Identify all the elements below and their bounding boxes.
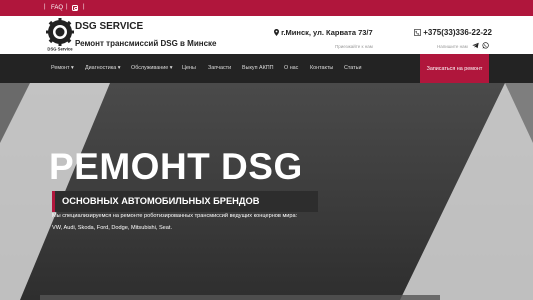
nav-item-contacts[interactable]: Контакты (310, 65, 333, 71)
separator: | (44, 4, 46, 10)
book-repair-button[interactable]: Записаться на ремонт (420, 54, 489, 83)
nav-item-about[interactable]: О нас (284, 65, 298, 71)
separator: | (66, 4, 68, 10)
phone-number[interactable]: +375(33)336-22-22 (423, 28, 492, 37)
hero-banner: РЕМОНТ DSG ОСНОВНЫХ АВТОМОБИЛЬНЫХ БРЕНДО… (0, 83, 533, 300)
address-note: Приезжайте к нам (335, 44, 373, 49)
hero-brands: VW, Audi, Skoda, Ford, Dodge, Mitsubishi… (52, 225, 173, 231)
gear-logo-icon[interactable]: DSG Service (46, 18, 74, 52)
nav-item-diagnostics[interactable]: Диагностика ▾ (85, 65, 120, 71)
phone-note: Напишите нам (437, 44, 468, 49)
site-title[interactable]: DSG SERVICE (75, 21, 143, 32)
hero-description: Мы специализируемся на ремонте роботизир… (52, 213, 298, 219)
nav-item-buyout[interactable]: Выкуп АКПП (242, 65, 274, 71)
nav-item-parts[interactable]: Запчасти (208, 65, 231, 71)
faq-link[interactable]: FAQ (51, 5, 63, 11)
address-block: г.Минск, ул. Карвата 73/7 (274, 28, 373, 37)
hero-title: РЕМОНТ DSG (49, 146, 303, 187)
separator: | (83, 4, 85, 10)
site-subtitle: Ремонт трансмиссий DSG в Минске (75, 39, 217, 48)
site-header: DSG Service DSG SERVICE Ремонт трансмисс… (0, 16, 533, 54)
phone-block[interactable]: +375(33)336-22-22 (413, 28, 492, 37)
logo-text: DSG Service (47, 47, 73, 52)
top-bar: | FAQ | | (0, 0, 533, 16)
nav-item-articles[interactable]: Статьи (344, 65, 361, 71)
phone-icon (413, 28, 423, 37)
whatsapp-icon[interactable] (482, 42, 489, 49)
address-text: г.Минск, ул. Карвата 73/7 (281, 28, 373, 37)
nav-item-prices[interactable]: Цены (182, 65, 196, 71)
nav-item-repair[interactable]: Ремонт ▾ (51, 65, 74, 71)
hero-subtitle: ОСНОВНЫХ АВТОМОБИЛЬНЫХ БРЕНДОВ (62, 196, 260, 206)
instagram-icon[interactable] (72, 4, 78, 11)
nav-item-service[interactable]: Обслуживание ▾ (131, 65, 172, 71)
main-nav: Ремонт ▾ Диагностика ▾ Обслуживание ▾ Це… (0, 54, 533, 83)
telegram-icon[interactable] (472, 42, 479, 49)
